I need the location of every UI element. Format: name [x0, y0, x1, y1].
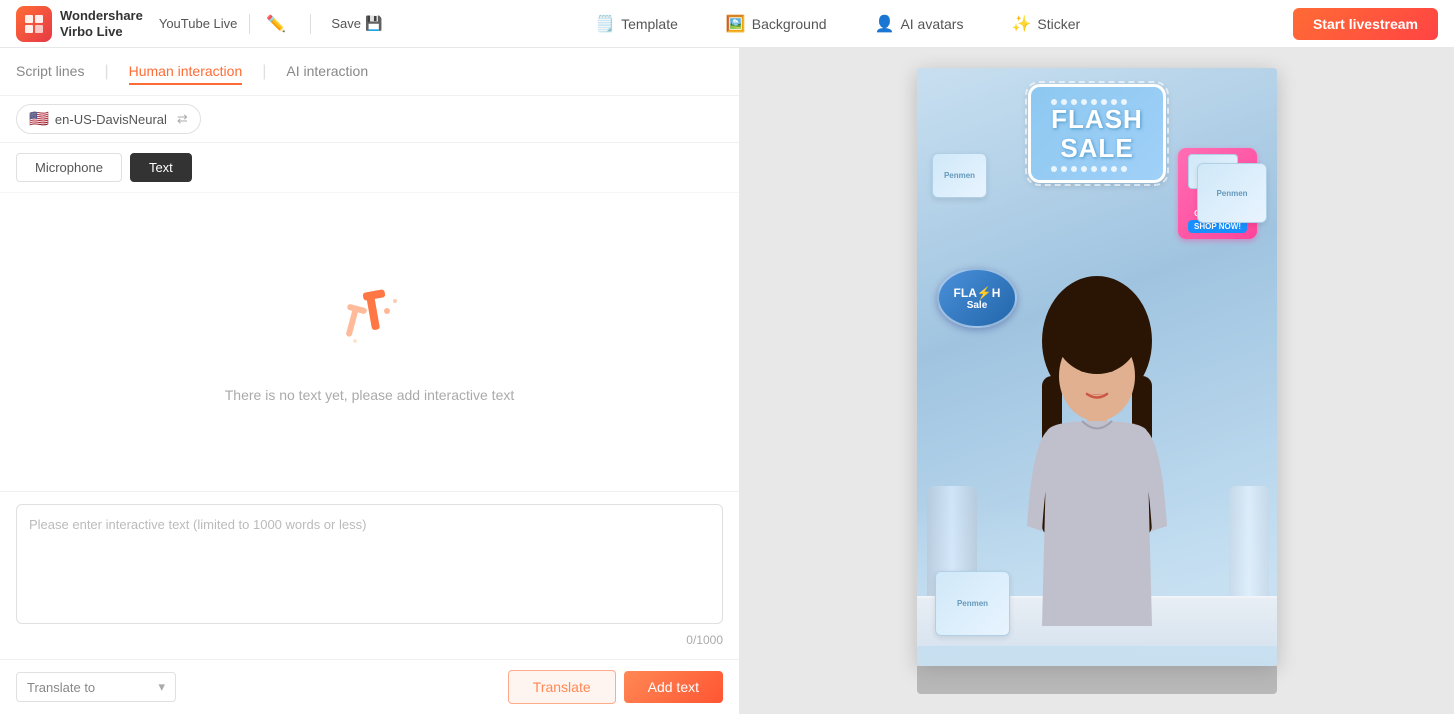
- tab-divider-1: |: [104, 63, 108, 81]
- nav-sticker[interactable]: ✨ Sticker: [1003, 10, 1088, 38]
- nav-ai-avatars-label: AI avatars: [900, 16, 963, 32]
- text-button[interactable]: Text: [130, 153, 192, 182]
- nav-ai-avatars[interactable]: 👤 AI avatars: [867, 10, 972, 38]
- nav-sticker-label: Sticker: [1037, 16, 1080, 32]
- dots-top: [1051, 99, 1143, 105]
- edit-save-area: ✏️ Save 💾: [262, 10, 382, 38]
- preview-bottom-bar: [917, 666, 1277, 694]
- language-selector[interactable]: 🇺🇸 en-US-DavisNeural ⇄: [16, 104, 201, 134]
- product-box-right: Penmen: [1197, 163, 1267, 223]
- flash-sale-header: FLASHSALE: [1028, 84, 1166, 183]
- language-row: 🇺🇸 en-US-DavisNeural ⇄: [0, 96, 739, 143]
- save-label: Save: [331, 16, 361, 31]
- swap-icon: ⇄: [177, 111, 188, 127]
- platform-badge: YouTube Live: [159, 16, 238, 31]
- header-divider-1: [249, 14, 250, 34]
- char-count: 0/1000: [16, 633, 723, 647]
- avatar-container: [987, 246, 1207, 666]
- flash-sale-title: FLASHSALE: [1051, 105, 1143, 162]
- header: WondershareVirbo Live YouTube Live ✏️ Sa…: [0, 0, 1454, 48]
- microphone-button[interactable]: Microphone: [16, 153, 122, 182]
- empty-state-text: There is no text yet, please add interac…: [225, 387, 515, 403]
- flash-oval-sale: Sale: [967, 300, 988, 311]
- logo-text: WondershareVirbo Live: [60, 8, 143, 39]
- main-layout: Script lines | Human interaction | AI in…: [0, 48, 1454, 714]
- template-icon: 🗒️: [595, 14, 615, 34]
- header-divider-2: [310, 14, 311, 34]
- tab-divider-2: |: [262, 63, 266, 81]
- tab-script-lines[interactable]: Script lines: [16, 59, 84, 85]
- text-input-area: 0/1000: [0, 491, 739, 659]
- language-label: en-US-DavisNeural: [55, 112, 167, 127]
- translate-to-selector[interactable]: Translate to ▾: [16, 672, 176, 702]
- tab-ai-interaction[interactable]: AI interaction: [286, 59, 368, 85]
- translate-to-label: Translate to: [27, 680, 95, 695]
- header-center-nav: 🗒️ Template 🖼️ Background 👤 AI avatars ✨…: [382, 10, 1293, 38]
- product-box-top-left: Penmen: [932, 153, 987, 198]
- start-livestream-button[interactable]: Start livestream: [1293, 8, 1438, 40]
- chevron-down-icon: ▾: [158, 679, 165, 695]
- save-button[interactable]: Save 💾: [331, 15, 382, 32]
- empty-illustration: [325, 281, 415, 371]
- nav-background-label: Background: [752, 16, 827, 32]
- app-logo-icon: [16, 6, 52, 42]
- dots-bottom: [1051, 166, 1143, 172]
- left-panel: Script lines | Human interaction | AI in…: [0, 48, 740, 714]
- save-icon: 💾: [365, 15, 382, 32]
- tabs-row: Script lines | Human interaction | AI in…: [0, 48, 739, 96]
- interactive-text-input[interactable]: [16, 504, 723, 624]
- bottom-actions: Translate to ▾ Translate Add text: [0, 659, 739, 714]
- sticker-icon: ✨: [1011, 14, 1031, 34]
- logo-area: WondershareVirbo Live YouTube Live: [16, 6, 237, 42]
- empty-state: There is no text yet, please add interac…: [0, 193, 739, 491]
- edit-button[interactable]: ✏️: [262, 10, 290, 38]
- flag-icon: 🇺🇸: [29, 109, 49, 129]
- nav-template[interactable]: 🗒️ Template: [587, 10, 686, 38]
- preview-background: FLASHSALE BUY 1 GET 1 FREE SHOP NOW!: [917, 68, 1277, 666]
- nav-background[interactable]: 🖼️ Background: [718, 10, 835, 38]
- translate-button[interactable]: Translate: [508, 670, 616, 704]
- cylinder-right: [1229, 486, 1269, 606]
- background-icon: 🖼️: [726, 14, 746, 34]
- ai-avatars-icon: 👤: [875, 14, 895, 34]
- preview-canvas: FLASHSALE BUY 1 GET 1 FREE SHOP NOW!: [917, 68, 1277, 666]
- input-type-row: Microphone Text: [0, 143, 739, 193]
- tab-human-interaction[interactable]: Human interaction: [129, 59, 243, 85]
- nav-template-label: Template: [621, 16, 678, 32]
- right-panel: FLASHSALE BUY 1 GET 1 FREE SHOP NOW!: [740, 48, 1454, 714]
- add-text-button[interactable]: Add text: [624, 671, 723, 703]
